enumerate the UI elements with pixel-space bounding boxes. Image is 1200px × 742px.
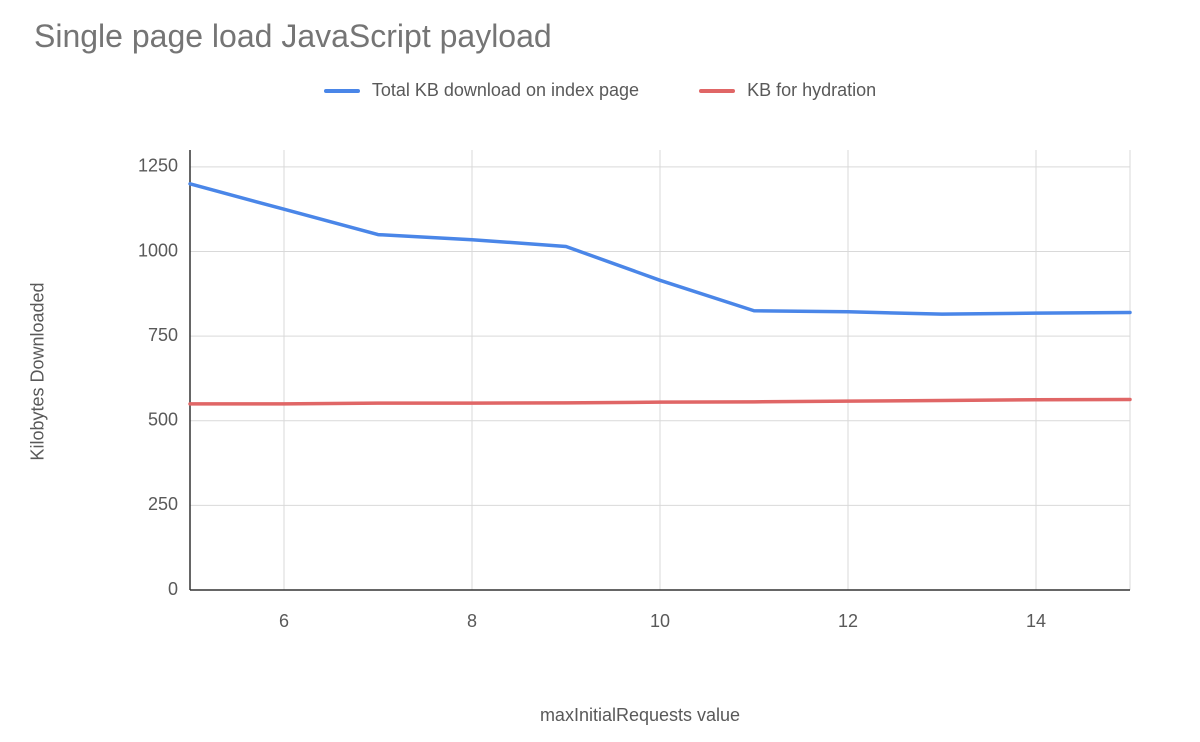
svg-text:1250: 1250: [138, 156, 178, 176]
chart-legend: Total KB download on index page KB for h…: [0, 80, 1200, 101]
svg-text:250: 250: [148, 494, 178, 514]
legend-label-hydration: KB for hydration: [747, 80, 876, 101]
svg-text:10: 10: [650, 611, 670, 631]
legend-item-hydration: KB for hydration: [699, 80, 876, 101]
legend-swatch-total: [324, 89, 360, 93]
svg-text:0: 0: [168, 579, 178, 599]
svg-text:500: 500: [148, 410, 178, 430]
chart-svg: 6 8 10 12 14 0 250 500 750 1000 1250: [140, 140, 1140, 630]
x-ticks: 6 8 10 12 14: [279, 611, 1046, 631]
x-axis-label: maxInitialRequests value: [140, 705, 1140, 726]
legend-item-total: Total KB download on index page: [324, 80, 639, 101]
plot-area: 6 8 10 12 14 0 250 500 750 1000 1250: [140, 140, 1140, 630]
svg-text:12: 12: [838, 611, 858, 631]
legend-label-total: Total KB download on index page: [372, 80, 639, 101]
gridlines: [190, 150, 1130, 590]
chart-title: Single page load JavaScript payload: [34, 18, 552, 55]
chart-container: Single page load JavaScript payload Tota…: [0, 0, 1200, 742]
svg-text:14: 14: [1026, 611, 1046, 631]
svg-text:8: 8: [467, 611, 477, 631]
y-ticks: 0 250 500 750 1000 1250: [138, 156, 178, 599]
y-axis-label: Kilobytes Downloaded: [26, 0, 50, 742]
svg-text:750: 750: [148, 325, 178, 345]
svg-text:1000: 1000: [138, 240, 178, 260]
svg-text:6: 6: [279, 611, 289, 631]
legend-swatch-hydration: [699, 89, 735, 93]
